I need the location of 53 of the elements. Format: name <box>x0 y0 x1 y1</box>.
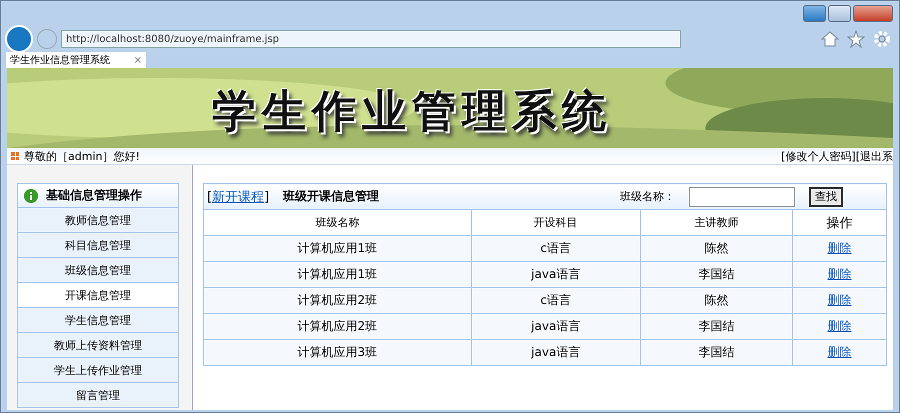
address-bar[interactable]: http://localhost:8080/zuoye/mainframe.jsp <box>61 30 681 48</box>
table-cell: 计算机应用3班 <box>204 340 472 366</box>
table-cell: 计算机应用2班 <box>204 314 472 340</box>
sidebar-item[interactable]: 学生信息管理 <box>17 308 179 333</box>
header-link[interactable]: [退出系 <box>856 148 893 164</box>
banner-title: 学生作业管理系统 <box>212 85 612 139</box>
greeting-text: 尊敬的［admin］您好! <box>24 148 140 164</box>
sidebar-item[interactable]: 留言管理 <box>17 383 179 408</box>
table-cell: java语言 <box>471 314 640 340</box>
header-link[interactable]: [修改个人密码] <box>781 148 856 164</box>
sidebar-item[interactable]: 科目信息管理 <box>17 233 179 258</box>
sidebar-item[interactable]: 学生上传作业管理 <box>17 358 179 383</box>
star-icon[interactable] <box>847 30 865 48</box>
table-cell: 李国结 <box>640 314 792 340</box>
search-field[interactable] <box>689 186 795 206</box>
table-cell: 李国结 <box>640 340 792 366</box>
delete-link[interactable]: 删除 <box>827 241 852 255</box>
search-label: 班级名称： <box>620 189 675 204</box>
table-cell: 陈然 <box>640 236 792 262</box>
sidebar-title: 基础信息管理操作 <box>46 187 142 204</box>
settings-icon[interactable] <box>873 30 891 48</box>
bullet-icon <box>11 152 19 160</box>
new-course-link[interactable]: [新开课程] <box>207 188 270 206</box>
table-cell: 李国结 <box>640 262 792 288</box>
browser-tab[interactable]: 学生作业信息管理系统 × <box>6 52 146 68</box>
close-button[interactable] <box>853 5 893 22</box>
table-cell: java语言 <box>471 340 640 366</box>
table-cell: 计算机应用1班 <box>204 236 472 262</box>
column-header: 操作 <box>792 210 886 236</box>
panel-title: 班级开课信息管理 <box>283 188 380 205</box>
table-cell: 陈然 <box>640 288 792 314</box>
delete-link[interactable]: 删除 <box>827 293 852 307</box>
delete-link[interactable]: 删除 <box>827 319 852 333</box>
table-cell: java语言 <box>471 262 640 288</box>
column-header: 班级名称 <box>204 210 472 236</box>
sidebar-item[interactable]: 教师信息管理 <box>17 208 179 233</box>
info-icon <box>24 188 38 202</box>
table-cell: 计算机应用1班 <box>204 262 472 288</box>
sidebar-item[interactable]: 开课信息管理 <box>17 283 179 308</box>
table-cell: 计算机应用2班 <box>204 288 472 314</box>
column-header: 开设科目 <box>471 210 640 236</box>
sidebar-item[interactable]: 班级信息管理 <box>17 258 179 283</box>
table-cell: c语言 <box>471 288 640 314</box>
minimize-button[interactable] <box>803 5 826 22</box>
sidebar-item[interactable]: 教师上传资料管理 <box>17 333 179 358</box>
maximize-button[interactable] <box>828 5 851 22</box>
search-button[interactable]: 查找 <box>809 186 843 206</box>
column-header: 主讲教师 <box>640 210 792 236</box>
delete-link[interactable]: 删除 <box>827 267 852 281</box>
home-icon[interactable] <box>821 30 839 48</box>
back-button[interactable] <box>5 25 33 53</box>
table-cell: c语言 <box>471 236 640 262</box>
delete-link[interactable]: 删除 <box>827 345 852 359</box>
